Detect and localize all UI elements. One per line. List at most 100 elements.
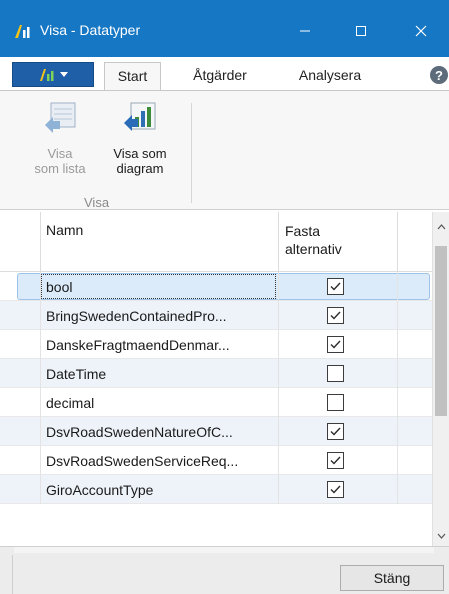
svg-text:?: ? (435, 68, 443, 83)
maximize-icon (356, 26, 366, 36)
column-divider (278, 388, 279, 417)
tab-analyze[interactable]: Analysera (282, 62, 378, 90)
column-divider (40, 330, 41, 359)
view-as-chart-label-1: Visa som (113, 146, 167, 161)
row-name-cell[interactable]: BringSwedenContainedPro... (46, 308, 227, 324)
footer-divider (12, 555, 13, 594)
app-menu-button[interactable] (12, 62, 94, 87)
horizontal-scrollbar[interactable] (14, 547, 434, 553)
table-row[interactable]: DsvRoadSwedenNatureOfC... (0, 417, 432, 446)
column-divider (278, 417, 279, 446)
app-logo-icon (15, 25, 30, 38)
row-name-cell[interactable]: decimal (46, 395, 94, 411)
column-header-name[interactable]: Namn (46, 222, 83, 238)
close-button[interactable]: Stäng (340, 565, 444, 591)
close-window-button[interactable] (398, 14, 444, 48)
column-divider (40, 212, 41, 272)
tab-actions[interactable]: Åtgärder (176, 62, 264, 90)
column-divider (40, 301, 41, 330)
column-divider (40, 388, 41, 417)
checkmark-icon (330, 282, 341, 291)
column-divider (397, 446, 398, 475)
checkmark-icon (330, 456, 341, 465)
vertical-scrollbar[interactable] (432, 212, 449, 546)
fixed-options-checkbox[interactable] (327, 365, 344, 382)
fixed-options-checkbox[interactable] (327, 452, 344, 469)
view-as-chart-label-2: diagram (116, 161, 164, 176)
column-divider (278, 212, 279, 272)
grid-rows: bool BringSwedenContainedPro... DanskeFrag… (0, 272, 432, 504)
column-divider (278, 359, 279, 388)
column-divider (40, 446, 41, 475)
checkmark-icon (330, 427, 341, 436)
column-divider (397, 388, 398, 417)
fixed-options-checkbox[interactable] (327, 307, 344, 324)
column-divider (278, 301, 279, 330)
column-divider (278, 475, 279, 504)
ribbon-group-label: Visa (84, 195, 110, 210)
column-divider (278, 272, 279, 301)
view-as-list-label-1: Visa (47, 146, 73, 161)
fixed-options-checkbox[interactable] (327, 481, 344, 498)
row-name-cell[interactable]: DateTime (46, 366, 106, 382)
tab-start[interactable]: Start (104, 62, 161, 90)
ribbon-panel: Visa som lista Visa som diagram Visa (0, 90, 449, 210)
fixed-options-checkbox[interactable] (327, 336, 344, 353)
fixed-options-checkbox[interactable] (327, 278, 344, 295)
table-row[interactable]: decimal (0, 388, 432, 417)
scrollbar-thumb[interactable] (435, 246, 447, 416)
maximize-button[interactable] (338, 14, 384, 48)
title-bar: Visa - Datatyper (0, 0, 449, 57)
app-logo-icon (39, 68, 53, 81)
minimize-button[interactable] (282, 14, 328, 48)
column-divider (397, 330, 398, 359)
ribbon-group-divider (191, 103, 192, 203)
row-name-cell[interactable]: DanskeFragtmaendDenmar... (46, 337, 230, 353)
list-view-icon (45, 102, 76, 133)
column-divider (40, 359, 41, 388)
ribbon-tab-row: Start Åtgärder Analysera ? (0, 57, 449, 90)
chevron-down-icon (59, 71, 68, 77)
table-row[interactable]: GiroAccountType (0, 475, 432, 504)
scroll-down-icon[interactable] (436, 530, 447, 541)
column-divider (278, 330, 279, 359)
close-icon (415, 25, 427, 37)
column-header-fixed-line2: alternativ (285, 241, 342, 257)
row-name-cell[interactable]: GiroAccountType (46, 482, 153, 498)
row-name-cell[interactable]: DsvRoadSwedenNatureOfC... (46, 424, 233, 440)
row-name-cell[interactable]: DsvRoadSwedenServiceReq... (46, 453, 238, 469)
window-title: Visa - Datatyper (40, 22, 141, 38)
grid-header: Namn Fasta alternativ (0, 212, 432, 272)
column-divider (397, 301, 398, 330)
cell-focus-outline (41, 274, 276, 299)
chart-view-icon (124, 102, 156, 131)
fixed-options-checkbox[interactable] (327, 423, 344, 440)
table-row[interactable]: DsvRoadSwedenServiceReq... (0, 446, 432, 475)
column-divider (40, 475, 41, 504)
checkmark-icon (330, 340, 341, 349)
table-row[interactable]: BringSwedenContainedPro... (0, 301, 432, 330)
table-row[interactable]: bool (0, 272, 432, 301)
checkmark-icon (330, 485, 341, 494)
checkmark-icon (330, 311, 341, 320)
column-header-fixed-options[interactable]: Fasta alternativ (285, 222, 342, 258)
table-row[interactable]: DanskeFragtmaendDenmar... (0, 330, 432, 359)
column-divider (397, 417, 398, 446)
column-divider (397, 272, 398, 301)
column-divider (397, 212, 398, 272)
view-as-chart-button[interactable]: Visa som diagram (102, 99, 178, 176)
help-icon[interactable]: ? (429, 65, 449, 85)
column-divider (278, 446, 279, 475)
column-divider (397, 359, 398, 388)
table-row[interactable]: DateTime (0, 359, 432, 388)
column-divider (40, 417, 41, 446)
minimize-icon (300, 30, 310, 32)
data-grid: Namn Fasta alternativ bool BringSwedenCon… (0, 212, 449, 546)
scroll-up-icon[interactable] (436, 222, 447, 233)
column-header-fixed-line1: Fasta (285, 223, 321, 239)
column-divider (397, 475, 398, 504)
view-as-list-label-2: som lista (34, 161, 86, 176)
view-as-list-button[interactable]: Visa som lista (24, 99, 96, 176)
footer-bar: Stäng (0, 546, 449, 594)
fixed-options-checkbox[interactable] (327, 394, 344, 411)
